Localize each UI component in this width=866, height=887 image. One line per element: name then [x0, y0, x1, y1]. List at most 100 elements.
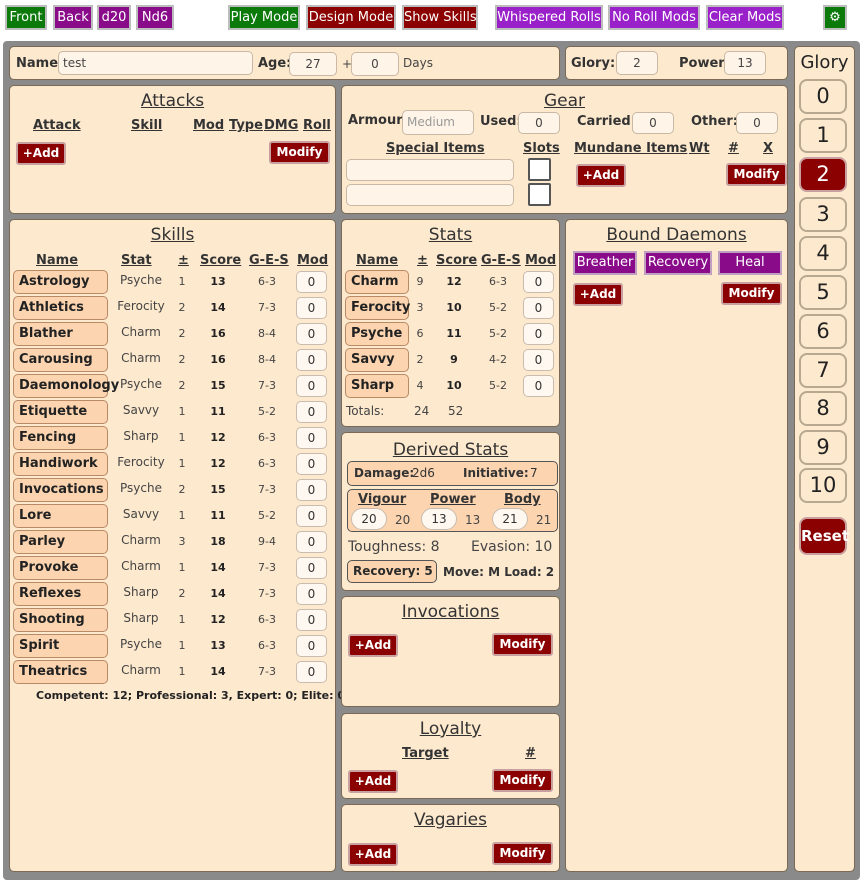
modify-loyalty-button[interactable]: Modify: [492, 769, 553, 792]
age-field[interactable]: 27: [289, 52, 337, 76]
glory-level-button[interactable]: 5: [799, 275, 847, 310]
skill-mod-field[interactable]: 0: [296, 479, 327, 501]
modify-gear-button[interactable]: Modify: [726, 163, 787, 186]
stat-mod-field[interactable]: 0: [523, 375, 554, 397]
invocations-title: Invocations: [401, 602, 500, 622]
skill-roll-button[interactable]: Lore: [13, 504, 108, 528]
skill-mod-field[interactable]: 0: [296, 427, 327, 449]
slot-checkbox[interactable]: [528, 183, 551, 206]
no-roll-mods-button[interactable]: No Roll Mods: [608, 5, 700, 30]
play-mode-button[interactable]: Play Mode: [228, 5, 300, 30]
skill-mod-field[interactable]: 0: [296, 323, 327, 345]
carried-field[interactable]: 0: [632, 112, 674, 134]
skill-roll-button[interactable]: Etiquette: [13, 400, 108, 424]
glory-level-button[interactable]: 9: [799, 430, 847, 465]
skill-mod-field[interactable]: 0: [296, 375, 327, 397]
skill-mod-field[interactable]: 0: [296, 401, 327, 423]
skill-roll-button[interactable]: Spirit: [13, 634, 108, 658]
skill-roll-button[interactable]: Theatrics: [13, 660, 108, 684]
add-vagary-button[interactable]: +Add: [348, 843, 398, 866]
stat-mod-field[interactable]: 0: [523, 323, 554, 345]
skill-roll-button[interactable]: Daemonology: [13, 374, 119, 398]
show-skills-button[interactable]: Show Skills: [402, 5, 478, 30]
stat-mod-field[interactable]: 0: [523, 349, 554, 371]
glory-level-button[interactable]: 10: [799, 468, 847, 503]
skill-roll-button[interactable]: Provoke: [13, 556, 108, 580]
stat-mod-field[interactable]: 0: [523, 297, 554, 319]
skill-mod-field[interactable]: 0: [296, 661, 327, 683]
skill-roll-button[interactable]: Parley: [13, 530, 108, 554]
skill-mod-field[interactable]: 0: [296, 531, 327, 553]
skill-roll-button[interactable]: Fencing: [13, 426, 108, 450]
skill-mod-field[interactable]: 0: [296, 453, 327, 475]
nd6-button[interactable]: Nd6: [136, 5, 174, 30]
skill-mod-field[interactable]: 0: [296, 271, 327, 293]
stat-roll-button[interactable]: Sharp: [345, 374, 409, 398]
whispered-rolls-button[interactable]: Whispered Rolls: [495, 5, 603, 30]
glory-level-button[interactable]: 4: [799, 236, 847, 271]
glory-level-button[interactable]: 7: [799, 353, 847, 388]
glory-level-button[interactable]: 8: [799, 391, 847, 426]
skill-roll-button[interactable]: Invocations: [13, 478, 108, 502]
name-field[interactable]: test: [58, 51, 253, 75]
skill-mod-field[interactable]: 0: [296, 635, 327, 657]
skill-mod-field[interactable]: 0: [296, 609, 327, 631]
power-field[interactable]: 13: [724, 51, 766, 75]
armour-field[interactable]: Medium: [402, 110, 474, 135]
power-pool-field[interactable]: 13: [421, 508, 457, 530]
skill-roll-button[interactable]: Astrology: [13, 270, 108, 294]
reset-glory-button[interactable]: Reset: [799, 517, 849, 555]
glory-level-button[interactable]: 6: [799, 314, 847, 349]
used-field[interactable]: 0: [518, 112, 560, 134]
design-mode-button[interactable]: Design Mode: [306, 5, 396, 30]
stat-mod-field[interactable]: 0: [523, 271, 554, 293]
glory-level-button[interactable]: 3: [799, 197, 847, 232]
skill-mod-field[interactable]: 0: [296, 297, 327, 319]
skill-mod-field[interactable]: 0: [296, 583, 327, 605]
d20-button[interactable]: d20: [97, 5, 131, 30]
front-button[interactable]: Front: [5, 5, 47, 30]
days-field[interactable]: 0: [351, 52, 399, 76]
daemon-tag-breather[interactable]: Breather: [573, 251, 637, 275]
settings-gear-icon[interactable]: ⚙: [823, 5, 847, 30]
glory-field[interactable]: 2: [616, 51, 658, 75]
vigour-field[interactable]: 20: [351, 508, 387, 530]
skill-roll-button[interactable]: Blather: [13, 322, 108, 346]
add-gear-button[interactable]: +Add: [576, 164, 626, 187]
special-item-field[interactable]: [346, 159, 514, 181]
stat-roll-button[interactable]: Ferocity: [345, 296, 410, 320]
glory-level-button[interactable]: 1: [799, 118, 847, 153]
skill-pm: 2: [178, 379, 186, 392]
special-item-field[interactable]: [346, 184, 514, 206]
back-button[interactable]: Back: [53, 5, 93, 30]
skill-roll-button[interactable]: Athletics: [13, 296, 108, 320]
glory-level-button[interactable]: 2: [799, 157, 847, 192]
slot-checkbox[interactable]: [528, 158, 551, 181]
add-attack-button[interactable]: +Add: [16, 142, 66, 165]
modify-vagaries-button[interactable]: Modify: [492, 842, 553, 865]
modify-invocations-button[interactable]: Modify: [492, 633, 553, 656]
other-field[interactable]: 0: [736, 112, 778, 134]
skill-roll-button[interactable]: Handiwork: [13, 452, 108, 476]
stat-roll-button[interactable]: Psyche: [345, 322, 409, 346]
stat-roll-button[interactable]: Savvy: [345, 348, 409, 372]
skill-roll-button[interactable]: Reflexes: [13, 582, 108, 606]
stat-mod-header: Mod: [525, 253, 557, 268]
glory-level-button[interactable]: 0: [799, 79, 847, 114]
skill-mod-field[interactable]: 0: [296, 349, 327, 371]
add-invocation-button[interactable]: +Add: [348, 634, 398, 657]
skill-mod-field[interactable]: 0: [296, 557, 327, 579]
modify-daemons-button[interactable]: Modify: [721, 282, 782, 305]
daemon-tag-recovery[interactable]: Recovery: [644, 251, 712, 275]
skill-roll-button[interactable]: Carousing: [13, 348, 108, 372]
stat-roll-button[interactable]: Charm: [345, 270, 409, 294]
modify-attacks-button[interactable]: Modify: [269, 141, 330, 164]
skill-roll-button[interactable]: Shooting: [13, 608, 108, 632]
attacks-panel: Attacks Attack Skill Mod Type DMG Roll +…: [9, 85, 336, 214]
clear-mods-button[interactable]: Clear Mods: [706, 5, 784, 30]
add-loyalty-button[interactable]: +Add: [348, 770, 398, 793]
daemon-tag-heal[interactable]: Heal: [718, 251, 782, 275]
body-field[interactable]: 21: [492, 508, 528, 530]
skill-mod-field[interactable]: 0: [296, 505, 327, 527]
add-daemon-button[interactable]: +Add: [573, 283, 623, 306]
